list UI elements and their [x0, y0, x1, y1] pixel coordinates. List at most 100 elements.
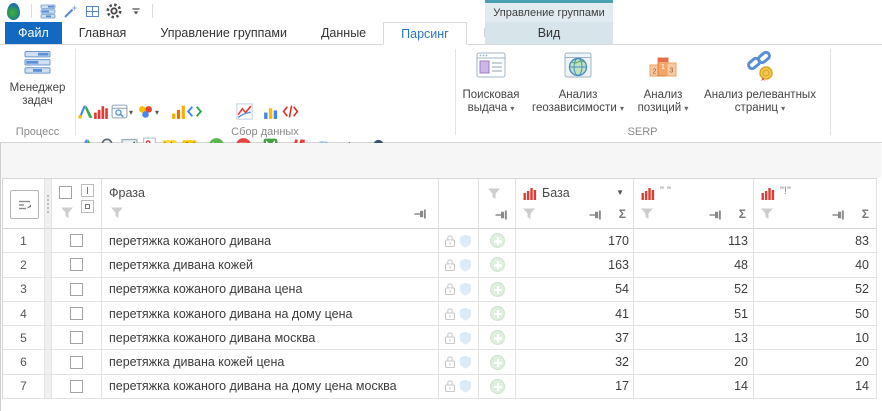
serp-search-results-button[interactable]: Поисковая выдача ▾ — [458, 50, 524, 115]
row-checkbox-cell — [52, 326, 102, 350]
toolbar-strip — [1, 143, 881, 178]
row-checkbox[interactable] — [70, 380, 83, 393]
row-drag-handle[interactable] — [45, 278, 52, 302]
button-label: Анализ релевантных страниц — [704, 89, 816, 114]
sum-icon[interactable]: Σ — [862, 207, 869, 221]
task-manager-button[interactable]: Менеджер задач — [6, 50, 69, 108]
browser-search-icon[interactable] — [111, 103, 128, 120]
row-checkbox-cell — [52, 350, 102, 374]
tab-home[interactable]: Главная — [62, 22, 144, 44]
customize-toolbar-icon[interactable] — [127, 2, 145, 20]
filter-funnel-icon[interactable] — [60, 207, 74, 219]
split-view-icon[interactable] — [83, 2, 101, 20]
base-value: 37 — [516, 326, 634, 350]
contextual-tab-view[interactable]: Вид — [485, 22, 613, 45]
checkbox-column-header — [52, 179, 102, 229]
row-drag-handle[interactable] — [45, 253, 52, 277]
base-value: 32 — [516, 350, 634, 374]
sum-icon[interactable]: Σ — [739, 207, 746, 221]
code-brackets-icon[interactable] — [186, 103, 203, 120]
row-checkbox[interactable] — [70, 356, 83, 369]
row-checkbox[interactable] — [70, 283, 83, 296]
add-plus-icon[interactable] — [490, 379, 505, 394]
row-drag-handle[interactable] — [45, 375, 52, 399]
grid-settings-button[interactable] — [10, 190, 39, 219]
row-drag-handle[interactable] — [45, 350, 52, 374]
row-checkbox[interactable] — [70, 331, 83, 344]
pin-column-icon[interactable] — [495, 209, 509, 221]
phrase-cell[interactable]: перетяжка кожаного дивана москва — [102, 326, 439, 350]
row-number: 5 — [3, 326, 45, 350]
analytics-bars-icon[interactable] — [170, 103, 187, 120]
phrase-cell[interactable]: перетяжка кожаного дивана цена — [102, 278, 439, 302]
filter-funnel-icon[interactable] — [487, 188, 501, 200]
add-plus-icon[interactable] — [490, 306, 505, 321]
line-chart-icon[interactable] — [236, 103, 253, 120]
add-plus-icon[interactable] — [490, 257, 505, 272]
serp-geo-analysis-button[interactable]: Анализ геозависимости ▾ — [524, 50, 632, 115]
tab-file[interactable]: Файл — [5, 22, 62, 44]
filter-funnel-icon[interactable] — [760, 208, 774, 220]
filter-funnel-icon[interactable] — [110, 207, 124, 219]
task-manager-icon[interactable] — [39, 2, 57, 20]
phrase-column-header[interactable]: Фраза — [102, 179, 439, 229]
red-code-icon[interactable] — [282, 103, 299, 120]
exclamation-column-header[interactable]: "!" Σ — [754, 179, 877, 229]
bar-chart-icon[interactable] — [262, 103, 279, 120]
row-checkbox[interactable] — [70, 307, 83, 320]
add-plus-icon[interactable] — [490, 355, 505, 370]
row-drag-handle[interactable] — [45, 229, 52, 253]
dropdown-caret-icon[interactable]: ▾ — [155, 108, 159, 117]
tab-parsing[interactable]: Парсинг — [383, 22, 467, 45]
pin-column-icon[interactable] — [709, 209, 723, 221]
drag-handle-column-header[interactable] — [45, 179, 52, 229]
add-column-header — [479, 179, 516, 229]
invert-selection-button[interactable] — [81, 184, 94, 197]
status-icons-column-header — [439, 179, 479, 229]
row-checkbox[interactable] — [70, 234, 83, 247]
clear-selection-button[interactable] — [81, 200, 94, 213]
add-plus-icon[interactable] — [490, 233, 505, 248]
row-drag-handle[interactable] — [45, 302, 52, 326]
row-number: 1 — [3, 229, 45, 253]
base-column-header[interactable]: База ▼ Σ — [516, 179, 634, 229]
filter-funnel-icon[interactable] — [522, 208, 536, 220]
filter-funnel-icon[interactable] — [640, 208, 654, 220]
svg-text:3: 3 — [670, 68, 674, 75]
dropdown-caret-icon: ▾ — [620, 104, 624, 113]
google-ads-icon[interactable] — [77, 103, 94, 120]
phrase-cell[interactable]: перетяжка кожаного дивана на дому цена м… — [102, 375, 439, 399]
pin-column-icon[interactable] — [414, 208, 428, 220]
select-all-checkbox[interactable] — [59, 186, 72, 199]
dropdown-caret-icon[interactable]: ▾ — [129, 108, 133, 117]
phrase-cell[interactable]: перетяжка дивана кожей — [102, 253, 439, 277]
quotes-column-header[interactable]: " " Σ — [634, 179, 754, 229]
sort-caret-icon[interactable]: ▼ — [616, 188, 624, 197]
exclamation-value: 40 — [754, 253, 877, 277]
add-plus-icon[interactable] — [490, 330, 505, 345]
phrase-cell[interactable]: перетяжка дивана кожей цена — [102, 350, 439, 374]
tab-data[interactable]: Данные — [304, 22, 383, 44]
settings-gear-icon[interactable] — [105, 2, 123, 20]
sum-icon[interactable]: Σ — [619, 207, 626, 221]
magic-wand-icon[interactable] — [61, 2, 79, 20]
phrase-column-title: Фраза — [109, 186, 145, 200]
tab-group-management[interactable]: Управление группами — [143, 22, 304, 44]
phrase-cell[interactable]: перетяжка кожаного дивана на дому цена — [102, 302, 439, 326]
color-dots-icon[interactable] — [137, 103, 154, 120]
table-corner-header — [3, 179, 45, 229]
row-checkbox[interactable] — [70, 258, 83, 271]
wordstat-bars-icon[interactable] — [93, 103, 110, 120]
add-to-group-cell — [479, 350, 516, 374]
row-drag-handle[interactable] — [45, 326, 52, 350]
dropdown-caret-icon: ▾ — [510, 104, 514, 113]
exclamation-column-title: "!" — [780, 185, 791, 197]
pin-column-icon[interactable] — [832, 209, 846, 221]
serp-relevant-pages-button[interactable]: Анализ релевантных страниц ▾ — [693, 50, 827, 115]
base-column-title: База — [542, 186, 570, 200]
add-plus-icon[interactable] — [490, 282, 505, 297]
quotes-value: 51 — [634, 302, 754, 326]
phrase-cell[interactable]: перетяжка кожаного дивана — [102, 229, 439, 253]
pin-column-icon[interactable] — [589, 209, 603, 221]
serp-positions-button[interactable]: 213 Анализ позиций ▾ — [633, 50, 693, 115]
